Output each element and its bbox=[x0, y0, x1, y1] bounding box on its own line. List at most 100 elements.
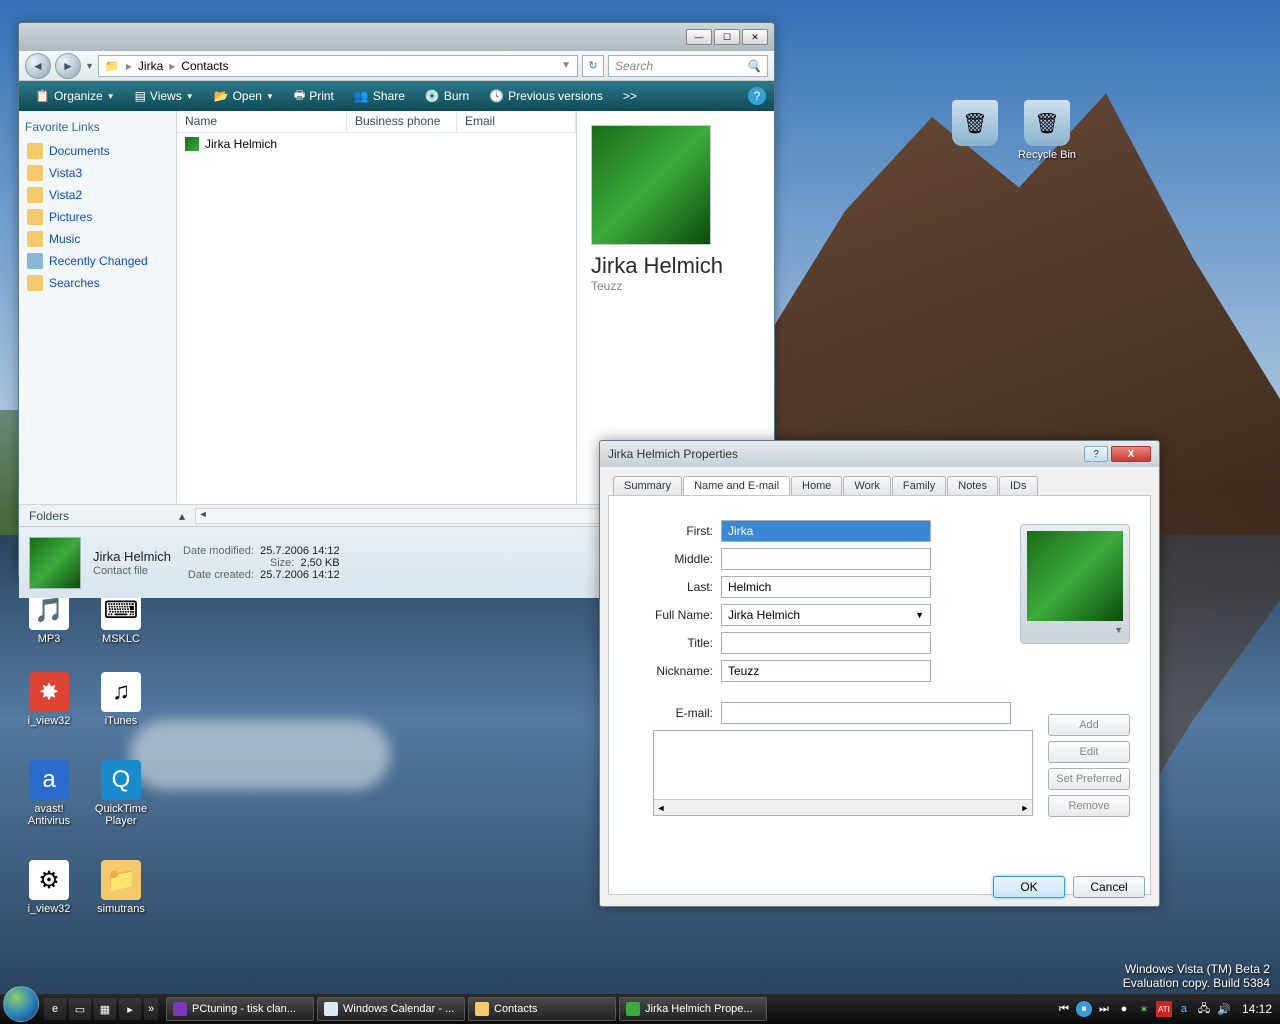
properties-dialog: Jirka Helmich Properties ? X Summary Nam… bbox=[599, 440, 1160, 907]
dialog-titlebar[interactable]: Jirka Helmich Properties ? X bbox=[600, 441, 1159, 467]
email-list[interactable]: ◄► bbox=[653, 730, 1033, 816]
email-edit-button[interactable]: Edit bbox=[1048, 741, 1130, 763]
ql-ie[interactable]: e bbox=[44, 998, 66, 1020]
last-name-field[interactable] bbox=[721, 576, 931, 598]
email-field[interactable] bbox=[721, 702, 1011, 724]
desktop-icon-avast[interactable]: aavast! Antivirus bbox=[14, 760, 84, 827]
dialog-close-button[interactable]: X bbox=[1111, 446, 1151, 462]
dialog-help-button[interactable]: ? bbox=[1084, 446, 1108, 462]
tray-volume[interactable]: 🔊 bbox=[1216, 1001, 1232, 1017]
back-button[interactable]: ◄ bbox=[25, 53, 51, 79]
close-button[interactable]: ✕ bbox=[742, 29, 768, 45]
contact-icon bbox=[185, 137, 199, 151]
full-name-combo[interactable]: Jirka Helmich▼ bbox=[721, 604, 931, 626]
email-remove-button[interactable]: Remove bbox=[1048, 795, 1130, 817]
taskbar: e ▭ ▦ ▸ » PCtuning - tisk clan... Window… bbox=[0, 994, 1280, 1024]
desktop-icon-quicktime[interactable]: QQuickTime Player bbox=[86, 760, 156, 827]
help-icon[interactable]: ? bbox=[748, 87, 766, 105]
cmd-print[interactable]: 🖶 Print bbox=[286, 83, 342, 110]
explorer-titlebar[interactable]: — ☐ ✕ bbox=[19, 23, 774, 51]
desktop-icon-iview2[interactable]: ⚙i_view32 bbox=[14, 860, 84, 915]
email-add-button[interactable]: Add bbox=[1048, 714, 1130, 736]
taskbar-contacts[interactable]: Contacts bbox=[468, 997, 616, 1021]
favlink-pictures[interactable]: Pictures bbox=[25, 206, 170, 228]
ok-button[interactable]: OK bbox=[993, 876, 1065, 898]
tab-home[interactable]: Home bbox=[791, 476, 842, 495]
desktop-icon-mp3[interactable]: 🎵MP3 bbox=[14, 590, 84, 645]
ql-desktop[interactable]: ▭ bbox=[69, 998, 91, 1020]
breadcrumb-root[interactable]: Jirka bbox=[138, 59, 163, 73]
middle-name-field[interactable] bbox=[721, 548, 931, 570]
tab-notes[interactable]: Notes bbox=[947, 476, 998, 495]
ql-switch[interactable]: ▦ bbox=[94, 998, 116, 1020]
folders-chevron-icon[interactable]: ▴ bbox=[179, 509, 185, 523]
taskbar-calendar[interactable]: Windows Calendar - ... bbox=[317, 997, 465, 1021]
favlink-documents[interactable]: Documents bbox=[25, 140, 170, 162]
ql-more[interactable]: » bbox=[144, 998, 158, 1020]
desktop-icon-recycle2[interactable]: 🗑Recycle Bin bbox=[1012, 100, 1082, 161]
cmd-burn[interactable]: 💿 Burn bbox=[417, 86, 477, 106]
tray-icon2[interactable]: ✶ bbox=[1136, 1001, 1152, 1017]
folders-toggle[interactable]: Folders bbox=[29, 509, 69, 523]
start-button[interactable] bbox=[3, 986, 39, 1022]
tray-icon1[interactable]: ● bbox=[1116, 1001, 1132, 1017]
file-list: Name Business phone Email Jirka Helmich bbox=[177, 111, 577, 504]
cmd-organize[interactable]: 📋 Organize ▼ bbox=[27, 86, 123, 106]
tab-work[interactable]: Work bbox=[843, 476, 890, 495]
breadcrumb-folder[interactable]: Contacts bbox=[181, 59, 228, 73]
title-field[interactable] bbox=[721, 632, 931, 654]
favlink-music[interactable]: Music bbox=[25, 228, 170, 250]
cancel-button[interactable]: Cancel bbox=[1073, 876, 1145, 898]
search-input[interactable]: Search 🔍 bbox=[608, 55, 768, 77]
folder-icon: 📁 bbox=[105, 59, 120, 73]
desktop-icon-msklc[interactable]: ⌨MSKLC bbox=[86, 590, 156, 645]
minimize-button[interactable]: — bbox=[686, 29, 712, 45]
contact-nickname: Teuzz bbox=[591, 279, 760, 293]
tab-summary[interactable]: Summary bbox=[613, 476, 682, 495]
system-tray: ⏮ ⏸ ⏭ ● ✶ ATI a 🖧 🔊 14:12 bbox=[1056, 1001, 1280, 1017]
tray-network[interactable]: 🖧 bbox=[1196, 1001, 1212, 1017]
tray-avast[interactable]: a bbox=[1176, 1001, 1192, 1017]
column-email[interactable]: Email bbox=[457, 111, 576, 132]
tab-name-email[interactable]: Name and E-mail bbox=[683, 476, 790, 495]
column-phone[interactable]: Business phone bbox=[347, 111, 457, 132]
desktop-icon-itunes[interactable]: ♫iTunes bbox=[86, 672, 156, 727]
contact-picture-button[interactable]: ▼ bbox=[1020, 524, 1130, 644]
forward-button[interactable]: ► bbox=[55, 53, 81, 79]
cmd-overflow[interactable]: >> bbox=[615, 86, 645, 106]
nickname-field[interactable] bbox=[721, 660, 931, 682]
first-name-field[interactable] bbox=[721, 520, 931, 542]
maximize-button[interactable]: ☐ bbox=[714, 29, 740, 45]
cmd-open[interactable]: 📂 Open ▼ bbox=[206, 86, 282, 106]
tray-media-next[interactable]: ⏭ bbox=[1096, 1001, 1112, 1017]
cmd-views[interactable]: ▤ Views ▼ bbox=[127, 86, 202, 106]
command-bar: 📋 Organize ▼ ▤ Views ▼ 📂 Open ▼ 🖶 Print … bbox=[19, 81, 774, 111]
favlink-recent[interactable]: Recently Changed bbox=[25, 250, 170, 272]
favlink-searches[interactable]: Searches bbox=[25, 272, 170, 294]
favorite-links-header: Favorite Links bbox=[25, 120, 170, 134]
cmd-previous[interactable]: 🕓 Previous versions bbox=[481, 86, 611, 106]
favlink-vista3[interactable]: Vista3 bbox=[25, 162, 170, 184]
cmd-share[interactable]: 👥 Share bbox=[346, 86, 413, 106]
column-name[interactable]: Name bbox=[177, 111, 347, 132]
desktop-icon-simutrans[interactable]: 📁simutrans bbox=[86, 860, 156, 915]
refresh-button[interactable]: ↻ bbox=[582, 55, 604, 77]
search-icon: 🔍 bbox=[746, 59, 761, 73]
address-bar[interactable]: 📁 ▸ Jirka ▸ Contacts ▼ bbox=[98, 55, 578, 77]
contact-picture bbox=[591, 125, 711, 245]
tray-media-play[interactable]: ⏸ bbox=[1076, 1001, 1092, 1017]
desktop-icon-iview[interactable]: ✸i_view32 bbox=[14, 672, 84, 727]
tab-ids[interactable]: IDs bbox=[999, 476, 1038, 495]
tray-media-prev[interactable]: ⏮ bbox=[1056, 1001, 1072, 1017]
tray-ati[interactable]: ATI bbox=[1156, 1001, 1172, 1017]
taskbar-clock[interactable]: 14:12 bbox=[1242, 1002, 1272, 1016]
favlink-vista2[interactable]: Vista2 bbox=[25, 184, 170, 206]
taskbar-properties[interactable]: Jirka Helmich Prope... bbox=[619, 997, 767, 1021]
tab-family[interactable]: Family bbox=[892, 476, 946, 495]
desktop-icon-recycle1[interactable]: 🗑 bbox=[940, 100, 1010, 149]
contact-item[interactable]: Jirka Helmich bbox=[177, 133, 576, 155]
email-pref-button[interactable]: Set Preferred bbox=[1048, 768, 1130, 790]
taskbar-pctuning[interactable]: PCtuning - tisk clan... bbox=[166, 997, 314, 1021]
ql-media[interactable]: ▸ bbox=[119, 998, 141, 1020]
details-thumbnail bbox=[29, 537, 81, 589]
